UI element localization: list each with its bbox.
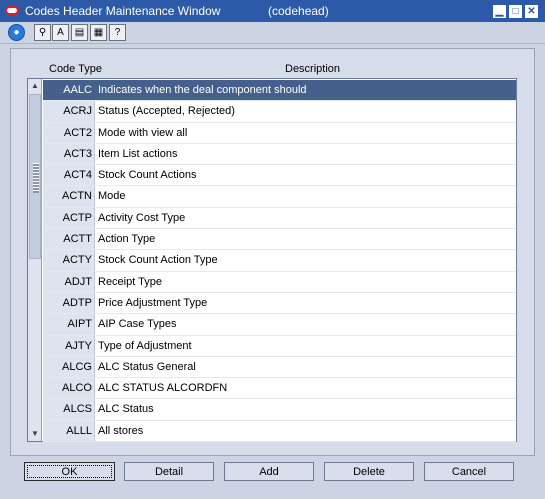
codes-table: ▲ ▼ AALC Indicates when the deal compone… (27, 78, 517, 443)
description-cell[interactable]: ALC Status General (98, 357, 196, 377)
clipboard-icon[interactable]: ▤ (71, 24, 88, 41)
table-rows: AALC Indicates when the deal component s… (43, 80, 516, 443)
table-row[interactable]: ACT2 Mode with view all (43, 122, 516, 144)
globe-icon[interactable]: ● (8, 24, 25, 41)
close-icon[interactable]: ✕ (525, 5, 538, 18)
minimize-icon[interactable]: ▁ (493, 5, 506, 18)
description-cell[interactable]: Mode (98, 186, 126, 206)
font-icon[interactable]: A (52, 24, 69, 41)
window-title: Codes Header Maintenance Window (25, 4, 221, 18)
description-header: Description (285, 63, 341, 75)
table-row[interactable]: ADTP Price Adjustment Type (43, 292, 516, 315)
description-cell[interactable]: Mode with view all (98, 123, 187, 143)
description-cell[interactable]: Item List actions (98, 144, 177, 164)
delete-button[interactable]: Delete (324, 462, 414, 481)
codes-header-window: Codes Header Maintenance Window (codehea… (0, 0, 545, 499)
code-cell[interactable]: ACTN (43, 186, 95, 207)
table-row[interactable]: ACTN Mode (43, 186, 516, 208)
code-cell[interactable]: ALCG (43, 356, 95, 378)
table-row[interactable]: ALCS ALC Status (43, 399, 516, 421)
toolbar: ● ⚲ A ▤ ▦ ? (0, 22, 545, 44)
code-cell[interactable]: ACT4 (43, 165, 95, 186)
description-cell[interactable]: Stock Count Action Type (98, 250, 218, 270)
scroll-thumb[interactable] (29, 94, 41, 259)
description-cell[interactable]: Action Type (98, 229, 155, 249)
table-row[interactable]: ADJT Receipt Type (43, 271, 516, 293)
ok-button[interactable]: OK (24, 462, 115, 481)
description-cell[interactable]: Status (Accepted, Rejected) (98, 101, 235, 121)
scroll-grip (33, 163, 39, 193)
table-row[interactable]: ALCO ALC STATUS ALCORDFN (43, 378, 516, 400)
description-cell[interactable]: ALC STATUS ALCORDFN (98, 378, 227, 398)
scroll-down-icon[interactable]: ▼ (29, 428, 41, 440)
oracle-logo-icon (5, 6, 19, 15)
code-cell[interactable]: ALCS (43, 399, 95, 420)
table-row[interactable]: AJTY Type of Adjustment (43, 335, 516, 357)
detail-button[interactable]: Detail (124, 462, 214, 481)
description-cell[interactable]: Price Adjustment Type (98, 293, 207, 313)
code-cell[interactable]: ALLL (43, 420, 95, 442)
code-cell[interactable]: AJTY (43, 335, 95, 356)
table-row[interactable]: ACT3 Item List actions (43, 143, 516, 166)
window-code: (codehead) (268, 4, 329, 18)
description-cell[interactable]: Type of Adjustment (98, 336, 192, 356)
code-cell[interactable]: ACRJ (43, 101, 95, 122)
description-cell[interactable]: Indicates when the deal component should (98, 80, 307, 100)
table-row[interactable]: AIPT AIP Case Types (43, 314, 516, 336)
description-cell[interactable]: Receipt Type (98, 272, 162, 292)
cancel-button[interactable]: Cancel (424, 462, 514, 481)
code-cell[interactable]: ACTY (43, 250, 95, 271)
description-cell[interactable]: AIP Case Types (98, 314, 176, 334)
code-cell[interactable]: ADJT (43, 271, 95, 292)
code-cell[interactable]: ACTP (43, 207, 95, 229)
title-bar[interactable]: Codes Header Maintenance Window (codehea… (0, 0, 545, 22)
table-row[interactable]: ACRJ Status (Accepted, Rejected) (43, 101, 516, 123)
help-icon[interactable]: ? (109, 24, 126, 41)
description-cell[interactable]: Stock Count Actions (98, 165, 196, 185)
table-row[interactable]: ACTY Stock Count Action Type (43, 250, 516, 272)
table-row[interactable]: ALCG ALC Status General (43, 356, 516, 379)
code-cell[interactable]: AALC (43, 80, 95, 101)
maximize-icon[interactable]: □ (509, 5, 522, 18)
add-button[interactable]: Add (224, 462, 314, 481)
description-cell[interactable]: Activity Cost Type (98, 208, 185, 228)
code-cell[interactable]: ACT2 (43, 122, 95, 143)
table-row[interactable]: AALC Indicates when the deal component s… (43, 80, 516, 102)
code-cell[interactable]: ADTP (43, 292, 95, 314)
table-row[interactable]: ACTP Activity Cost Type (43, 207, 516, 230)
table-row[interactable]: ACT4 Stock Count Actions (43, 165, 516, 187)
table-row[interactable]: ACTT Action Type (43, 229, 516, 251)
description-cell[interactable]: ALC Status (98, 399, 154, 419)
scroll-up-icon[interactable]: ▲ (29, 80, 41, 92)
document-icon[interactable]: ▦ (90, 24, 107, 41)
code-type-header: Code Type (49, 63, 103, 75)
vertical-scrollbar[interactable]: ▲ ▼ (28, 79, 42, 441)
code-cell[interactable]: ALCO (43, 378, 95, 399)
description-cell[interactable]: All stores (98, 421, 143, 441)
search-icon[interactable]: ⚲ (34, 24, 51, 41)
code-cell[interactable]: AIPT (43, 314, 95, 335)
code-cell[interactable]: ACTT (43, 229, 95, 250)
table-row[interactable]: ALLL All stores (43, 420, 516, 443)
code-cell[interactable]: ACT3 (43, 143, 95, 165)
